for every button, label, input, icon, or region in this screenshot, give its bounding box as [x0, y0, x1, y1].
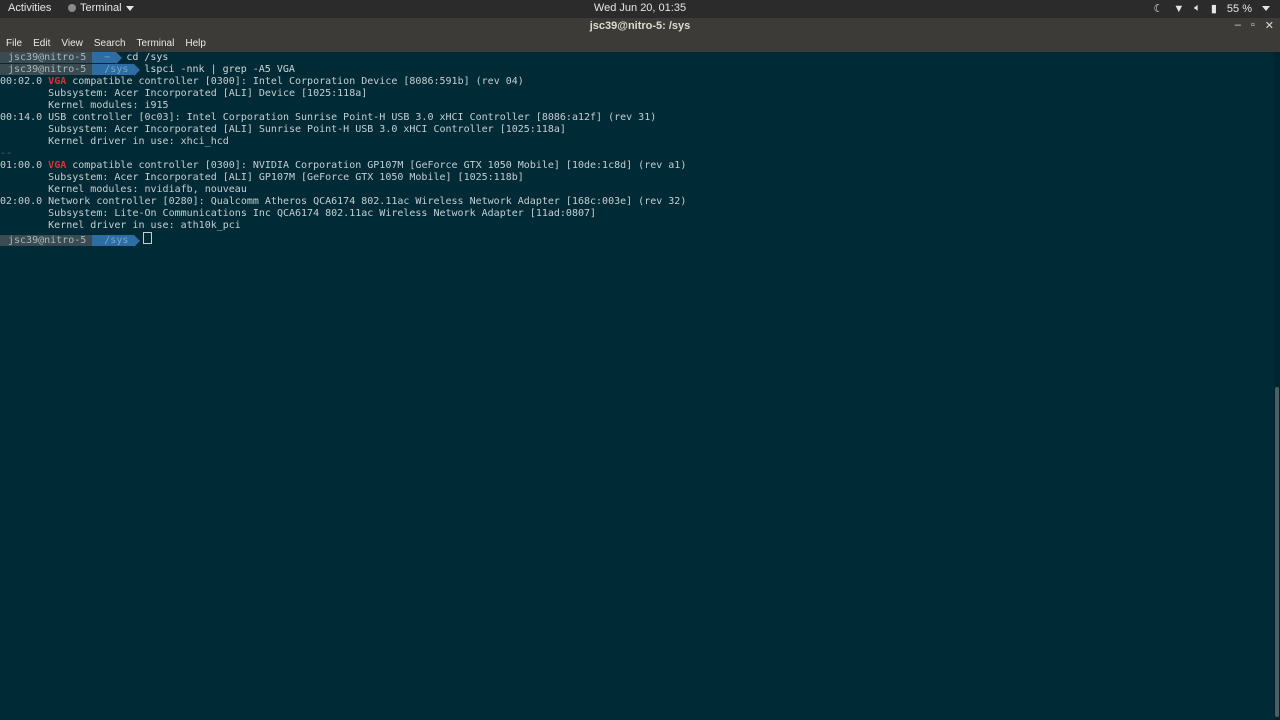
output-text: 00:02.0 — [0, 76, 49, 87]
output-text: compatible controller [0300]: NVIDIA Cor… — [66, 160, 687, 171]
output-text: Kernel driver in use: ath10k_pci — [0, 220, 241, 231]
volume-icon: 🔈︎ — [1194, 2, 1201, 14]
output-text: Subsystem: Acer Incorporated [ALI] GP107… — [0, 172, 524, 183]
prompt-line: jsc39@nitro-5 ~ cd /sys — [0, 52, 1274, 64]
output-text: 00:14.0 USB controller [0c03]: Intel Cor… — [0, 112, 657, 123]
output-line: 00:02.0 VGA compatible controller [0300]… — [0, 76, 1274, 88]
output-text: compatible controller [0300]: Intel Corp… — [66, 76, 524, 87]
menu-file[interactable]: File — [6, 38, 22, 49]
wifi-icon: ▼ — [1173, 2, 1185, 15]
menu-edit[interactable]: Edit — [33, 38, 50, 49]
menu-help[interactable]: Help — [185, 38, 206, 49]
output-text: Kernel modules: i915 — [0, 100, 169, 111]
chevron-down-icon — [1262, 6, 1270, 11]
output-line: Kernel driver in use: ath10k_pci — [0, 220, 1274, 232]
command-text: cd /sys — [126, 52, 169, 63]
output-line: 01:00.0 VGA compatible controller [0300]… — [0, 160, 1274, 172]
text-cursor[interactable] — [143, 232, 153, 244]
output-line: 00:14.0 USB controller [0c03]: Intel Cor… — [0, 112, 1274, 124]
output-line: Subsystem: Acer Incorporated [ALI] Sunri… — [0, 124, 1274, 136]
output-text: 01:00.0 — [0, 160, 49, 171]
terminal-output[interactable]: jsc39@nitro-5 ~ cd /sys jsc39@nitro-5/sys l… — [0, 52, 1274, 720]
output-text: Kernel modules: nvidiafb, nouveau — [0, 184, 247, 195]
output-line: 02:00.0 Network controller [0280]: Qualc… — [0, 196, 1274, 208]
grep-match: VGA — [48, 76, 67, 87]
window-controls: – ▫ ✕ — [1235, 19, 1274, 32]
menu-bar: File Edit View Search Terminal Help — [0, 35, 1280, 52]
output-text: Subsystem: Acer Incorporated [ALI] Devic… — [0, 88, 368, 99]
prompt-dir: /sys — [92, 235, 135, 246]
window-title: jsc39@nitro-5: /sys — [589, 20, 691, 32]
command-text: lspci -nnk | grep -A5 VGA — [144, 64, 295, 75]
close-icon[interactable]: ✕ — [1265, 19, 1274, 32]
output-line: -- — [0, 148, 1274, 160]
output-text: Kernel driver in use: xhci_hcd — [0, 136, 229, 147]
output-line: Subsystem: Lite-On Communications Inc QC… — [0, 208, 1274, 220]
menu-terminal[interactable]: Terminal — [137, 38, 175, 49]
prompt-user: jsc39@nitro-5 — [0, 64, 93, 75]
prompt-user: jsc39@nitro-5 — [0, 52, 93, 63]
window-title-bar: jsc39@nitro-5: /sys – ▫ ✕ — [0, 18, 1280, 35]
output-text: Subsystem: Acer Incorporated [ALI] Sunri… — [0, 124, 566, 135]
menu-search[interactable]: Search — [94, 38, 126, 49]
prompt-user: jsc39@nitro-5 — [0, 235, 93, 246]
night-light-icon: ☾ — [1153, 3, 1164, 15]
output-line: Kernel driver in use: xhci_hcd — [0, 136, 1274, 148]
command-output: 00:02.0 VGA compatible controller [0300]… — [0, 76, 1274, 232]
maximize-icon[interactable]: ▫ — [1251, 19, 1255, 32]
top-bar: Activities Terminal Wed Jun 20, 01:35 ☾ … — [0, 0, 1280, 18]
battery-icon: ▮ — [1210, 3, 1217, 15]
menu-view[interactable]: View — [61, 38, 83, 49]
output-line: Kernel modules: nvidiafb, nouveau — [0, 184, 1274, 196]
output-line: Kernel modules: i915 — [0, 100, 1274, 112]
battery-percent: 55 % — [1226, 2, 1252, 15]
clock[interactable]: Wed Jun 20, 01:35 — [0, 2, 1280, 14]
prompt-dir: /sys — [92, 64, 135, 75]
output-text: 02:00.0 Network controller [0280]: Qualc… — [0, 196, 687, 207]
grep-separator: -- — [0, 148, 13, 159]
output-line: Subsystem: Acer Incorporated [ALI] GP107… — [0, 172, 1274, 184]
scrollbar[interactable] — [1274, 52, 1280, 720]
grep-match: VGA — [48, 160, 67, 171]
minimize-icon[interactable]: – — [1235, 19, 1241, 32]
prompt-dir: ~ — [92, 52, 117, 63]
scrollbar-thumb[interactable] — [1275, 387, 1279, 717]
system-tray[interactable]: ☾ ▼ 🔈︎ ▮ 55 % — [1153, 2, 1270, 15]
output-line: Subsystem: Acer Incorporated [ALI] Devic… — [0, 88, 1274, 100]
prompt-line: jsc39@nitro-5/sys — [0, 232, 1274, 246]
output-text: Subsystem: Lite-On Communications Inc QC… — [0, 208, 597, 219]
prompt-line: jsc39@nitro-5/sys lspci -nnk | grep -A5 V… — [0, 64, 1274, 76]
